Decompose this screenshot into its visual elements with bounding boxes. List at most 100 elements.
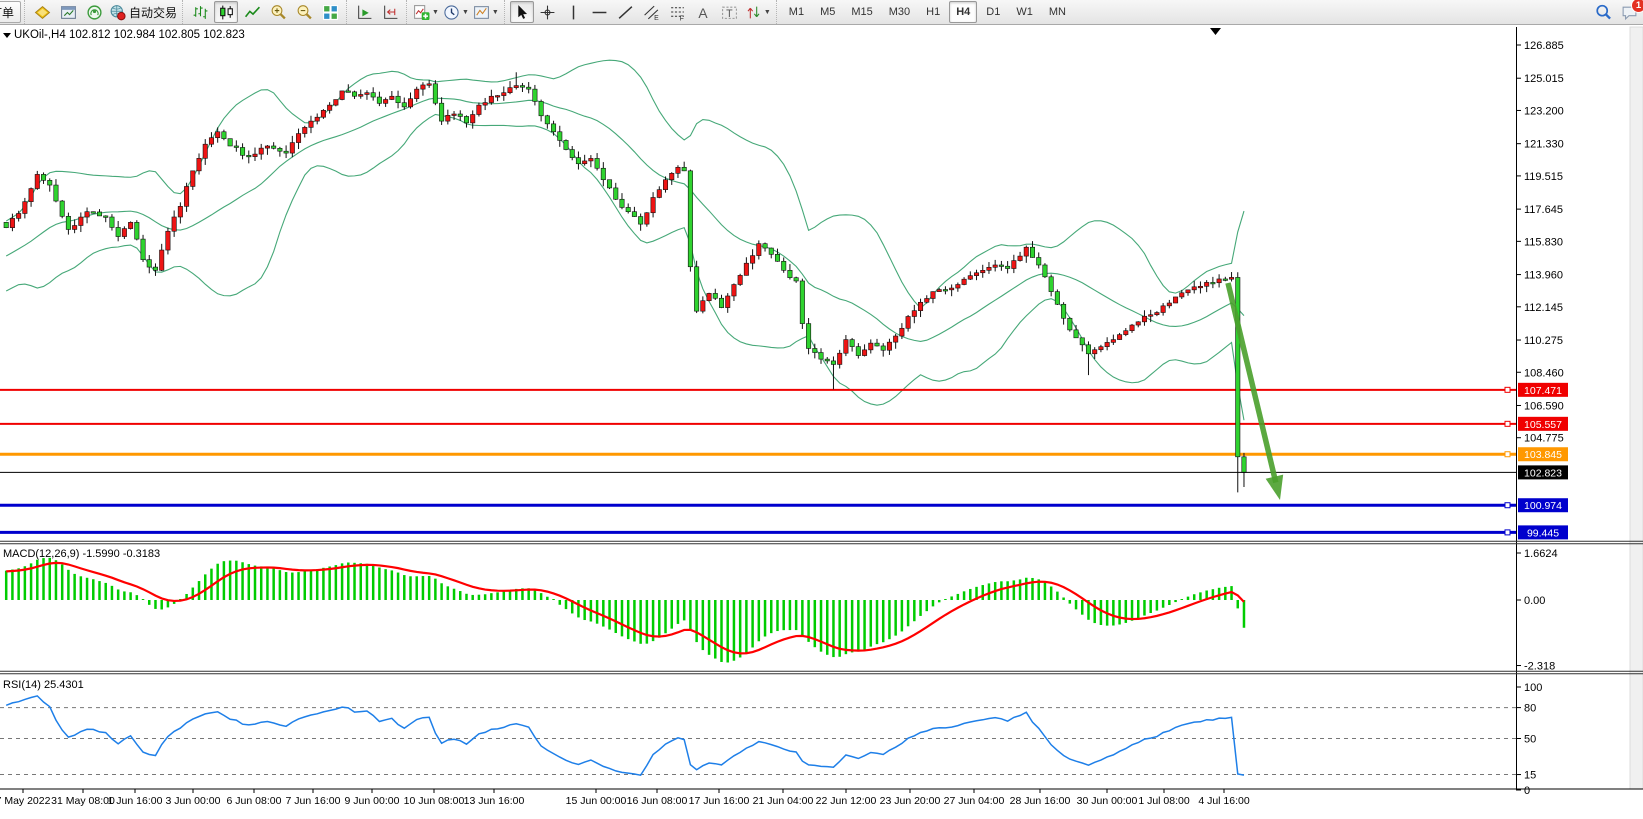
timeframe-h1[interactable]: H1 xyxy=(919,1,947,23)
price-axis-label: 112.145 xyxy=(1524,302,1563,314)
timeframe-m15[interactable]: M15 xyxy=(844,1,879,23)
time-axis-label: 1 Jul 08:00 xyxy=(1138,795,1190,807)
search-icon[interactable] xyxy=(1591,1,1615,23)
trendline-icon[interactable] xyxy=(614,1,638,23)
chart-area[interactable]: 107.471105.557103.845100.97499.445102.82… xyxy=(0,25,1643,814)
timeframe-m1[interactable]: M1 xyxy=(782,1,811,23)
rsi-axis-label: 0 xyxy=(1524,785,1530,797)
autotrading-label: 自动交易 xyxy=(129,4,177,21)
arrow-objects-icon[interactable]: ▼ xyxy=(744,1,772,23)
timeframe-d1[interactable]: D1 xyxy=(979,1,1007,23)
templates-icon[interactable]: ▼ xyxy=(472,1,500,23)
time-axis-label: 30 Jun 00:00 xyxy=(1077,795,1138,807)
line-chart-icon[interactable] xyxy=(240,1,264,23)
profile-icon[interactable] xyxy=(82,1,106,23)
chat-icon[interactable]: 1 xyxy=(1617,1,1641,23)
price-axis-label: 104.775 xyxy=(1524,433,1564,445)
new-order-button[interactable]: 订单 xyxy=(0,1,21,23)
zoom-in-icon[interactable] xyxy=(266,1,290,23)
chevron-down-icon[interactable]: ▼ xyxy=(462,9,469,16)
time-axis-label: 23 Jun 20:00 xyxy=(880,795,941,807)
chart-canvas[interactable]: 107.471105.557103.845100.97499.445102.82… xyxy=(0,25,1643,814)
timeframe-group: M1M5M15M30H1H4D1W1MN xyxy=(776,0,1075,24)
auto-scroll-icon[interactable] xyxy=(352,1,376,23)
rsi-label: RSI(14) 25.4301 xyxy=(3,679,84,691)
rsi-axis-label: 80 xyxy=(1524,703,1536,715)
time-axis-label: 9 Jun 00:00 xyxy=(345,795,400,807)
channel-icon[interactable]: E xyxy=(640,1,664,23)
autotrading-button[interactable]: 自动交易 xyxy=(108,1,178,23)
text-icon[interactable]: A xyxy=(692,1,716,23)
price-axis-label: 113.960 xyxy=(1524,270,1563,282)
price-axis-label: 108.460 xyxy=(1524,367,1564,379)
chart-title: UKOil-,H4 102.812 102.984 102.805 102.82… xyxy=(14,29,245,41)
chevron-down-icon[interactable]: ▼ xyxy=(432,9,439,16)
price-axis-label: 106.590 xyxy=(1524,400,1564,412)
periods-icon[interactable]: ▼ xyxy=(442,1,470,23)
toolbar-group: ▼ ▼ ▼ xyxy=(406,0,502,24)
time-axis-label: 10 Jun 08:00 xyxy=(404,795,465,807)
chevron-down-icon[interactable]: ▼ xyxy=(764,9,771,16)
candlestick-chart-icon[interactable] xyxy=(214,1,238,23)
svg-text:A: A xyxy=(699,4,709,20)
price-axis-label: 119.515 xyxy=(1524,171,1563,183)
macd-axis-label: 0.00 xyxy=(1524,595,1545,607)
rsi-axis-label: 15 xyxy=(1524,770,1536,782)
time-axis-label: 3 Jun 00:00 xyxy=(166,795,221,807)
timeframe-mn[interactable]: MN xyxy=(1042,1,1073,23)
bar-chart-icon[interactable] xyxy=(188,1,212,23)
timeframe-m30[interactable]: M30 xyxy=(882,1,917,23)
price-axis-label: 125.015 xyxy=(1524,73,1564,85)
chevron-down-icon[interactable]: ▼ xyxy=(492,9,499,16)
timeframe-w1[interactable]: W1 xyxy=(1009,1,1040,23)
time-axis-label: 22 Jun 12:00 xyxy=(816,795,877,807)
text-label-icon[interactable]: T xyxy=(718,1,742,23)
price-line-badge: 100.974 xyxy=(1524,500,1562,512)
price-axis-label: 123.200 xyxy=(1524,105,1564,117)
gold-diamond-icon[interactable] xyxy=(30,1,54,23)
price-axis-label: 121.330 xyxy=(1524,139,1564,151)
price-axis-label: 117.645 xyxy=(1524,204,1563,216)
crosshair-icon[interactable] xyxy=(536,1,560,23)
price-axis-label: 115.830 xyxy=(1524,236,1563,248)
rsi-axis-label: 100 xyxy=(1524,682,1542,694)
vertical-line-icon[interactable] xyxy=(562,1,586,23)
fibonacci-icon[interactable]: F xyxy=(666,1,690,23)
chart-window-icon[interactable] xyxy=(56,1,80,23)
indicators-icon[interactable]: ▼ xyxy=(412,1,440,23)
time-axis-label: 6 Jun 08:00 xyxy=(227,795,282,807)
order-group: 订单 xyxy=(0,0,22,24)
top-toolbar: 订单 自动交易 ▼ ▼ ▼ E F A T ▼ M1M5M15M30H1H4D1W1MN 1 xyxy=(0,0,1643,25)
toolbar-group: 自动交易 xyxy=(24,0,180,24)
time-axis-label: 1 Jun 16:00 xyxy=(108,795,163,807)
macd-label: MACD(12,26,9) -1.5990 -0.3183 xyxy=(3,548,160,560)
time-axis-label: 7 May 2022 xyxy=(0,795,51,807)
timeframe-m5[interactable]: M5 xyxy=(813,1,842,23)
svg-text:F: F xyxy=(680,15,684,21)
chart-shift-icon[interactable] xyxy=(378,1,402,23)
price-line-badge: 105.557 xyxy=(1524,419,1562,431)
price-line-badge: 99.445 xyxy=(1527,527,1559,539)
toolbar-group xyxy=(346,0,404,24)
price-line-badge: 107.471 xyxy=(1524,385,1562,397)
time-axis-label: 21 Jun 04:00 xyxy=(753,795,814,807)
time-axis-label: 16 Jun 08:00 xyxy=(627,795,688,807)
scrollbar-strip[interactable] xyxy=(1630,27,1643,789)
horizontal-line-icon[interactable] xyxy=(588,1,612,23)
rsi-axis-label: 50 xyxy=(1524,734,1536,746)
price-axis-label: 126.885 xyxy=(1524,40,1564,52)
svg-text:E: E xyxy=(655,14,660,20)
zoom-out-icon[interactable] xyxy=(292,1,316,23)
cursor-icon[interactable] xyxy=(510,1,534,23)
tile-windows-icon[interactable] xyxy=(318,1,342,23)
timeframe-h4[interactable]: H4 xyxy=(949,1,977,23)
toolbar-group xyxy=(182,0,344,24)
time-axis-label: 28 Jun 16:00 xyxy=(1010,795,1071,807)
time-axis-label: 27 Jun 04:00 xyxy=(944,795,1005,807)
price-line-badge: 103.845 xyxy=(1524,449,1562,461)
svg-text:T: T xyxy=(726,7,733,19)
time-axis-label: 31 May 08:00 xyxy=(51,795,115,807)
macd-axis-label: 1.6624 xyxy=(1524,548,1558,560)
time-axis-label: 13 Jun 16:00 xyxy=(464,795,525,807)
price-axis-label: 110.275 xyxy=(1524,335,1563,347)
